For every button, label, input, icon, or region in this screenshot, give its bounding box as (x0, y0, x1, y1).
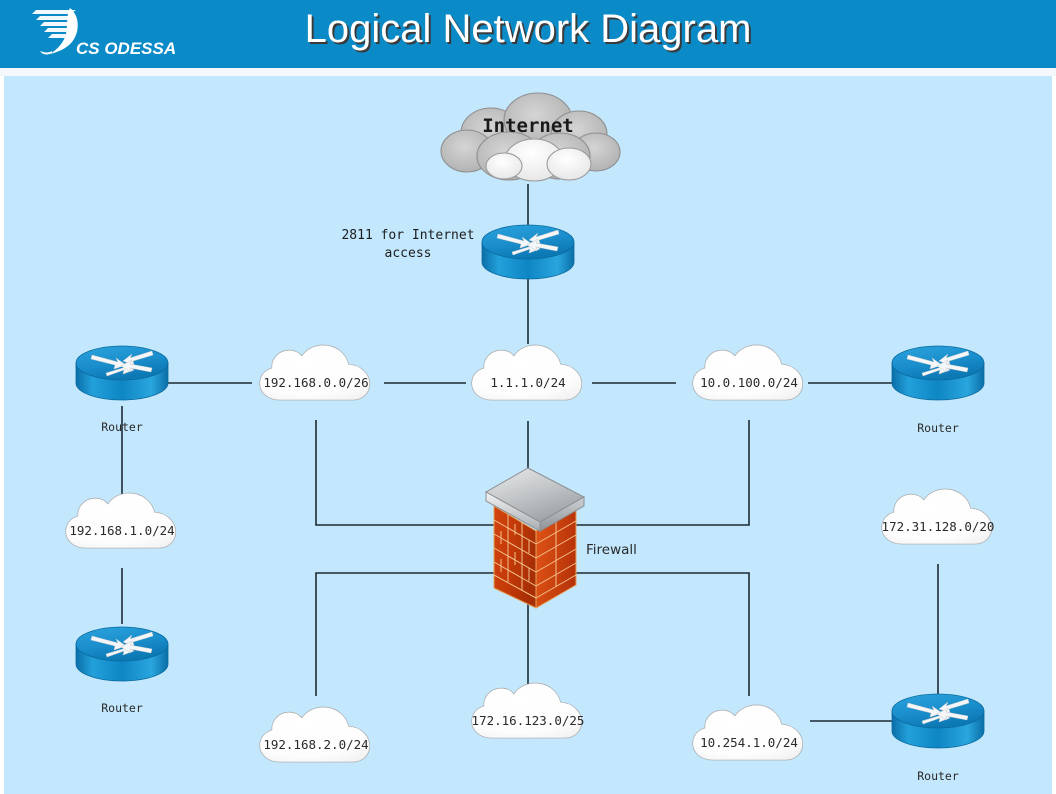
net-172-31-128-0-20-label: 172.31.128.0/20 (882, 519, 995, 534)
edge-router-annotation-line2: access (385, 246, 432, 261)
router-left-top[interactable]: Router (75, 345, 169, 434)
net-1-1-1-0-24-label: 1.1.1.0/24 (490, 375, 565, 390)
net-10-254-1-0-24-label: 10.254.1.0/24 (700, 735, 798, 750)
router-right-bottom-label: Router (917, 769, 959, 783)
edge-router-annotation: 2811 for Internet access (341, 228, 474, 261)
router-right-bottom[interactable]: Router (891, 693, 985, 783)
link-net100-to-firewall (576, 420, 750, 526)
network-diagram: Internet 2811 for Internet access 192.16… (65, 92, 995, 783)
internet-label: Internet (482, 115, 574, 137)
net-1-1-1-0-24[interactable]: 1.1.1.0/24 (471, 344, 583, 401)
net-192-168-0-0-26[interactable]: 192.168.0.0/26 (259, 344, 371, 401)
page-title: Logical Network Diagram (304, 7, 752, 51)
net-172-16-123-0-25[interactable]: 172.16.123.0/25 (471, 682, 585, 739)
router-left-top-label: Router (101, 420, 143, 434)
link-net0-to-firewall (315, 420, 494, 526)
link-firewall-to-net2 (315, 572, 494, 696)
net-10-254-1-0-24[interactable]: 10.254.1.0/24 (692, 704, 804, 761)
net-192-168-2-0-24-label: 192.168.2.0/24 (263, 737, 368, 752)
edge-router-annotation-line1: 2811 for Internet (341, 228, 474, 243)
page-header: CS ODESSA Logical Network Diagram (0, 0, 1056, 68)
diagram-canvas: Internet 2811 for Internet access 192.16… (4, 76, 1052, 794)
net-10-0-100-0-24[interactable]: 10.0.100.0/24 (692, 344, 804, 401)
net-192-168-1-0-24-label: 192.168.1.0/24 (69, 523, 174, 538)
router-right-top-label: Router (917, 421, 959, 435)
net-10-0-100-0-24-label: 10.0.100.0/24 (700, 375, 798, 390)
link-firewall-to-net254 (576, 572, 750, 696)
net-192-168-1-0-24[interactable]: 192.168.1.0/24 (65, 492, 177, 549)
internet-cloud[interactable]: Internet (440, 92, 621, 182)
router-internet-edge[interactable] (481, 224, 575, 280)
net-172-16-123-0-25-label: 172.16.123.0/25 (472, 713, 585, 728)
router-left-bottom[interactable]: Router (75, 626, 169, 715)
firewall-label: Firewall (586, 542, 637, 558)
diagram-page: CS ODESSA Logical Network Diagram Intern… (0, 0, 1056, 794)
header-separator (0, 68, 1056, 76)
router-right-top[interactable]: Router (891, 345, 985, 435)
net-172-31-128-0-20[interactable]: 172.31.128.0/20 (881, 488, 995, 545)
net-192-168-2-0-24[interactable]: 192.168.2.0/24 (259, 706, 371, 763)
firewall-node[interactable]: Firewall (484, 467, 637, 609)
net-192-168-0-0-26-label: 192.168.0.0/26 (263, 375, 368, 390)
router-left-bottom-label: Router (101, 701, 143, 715)
